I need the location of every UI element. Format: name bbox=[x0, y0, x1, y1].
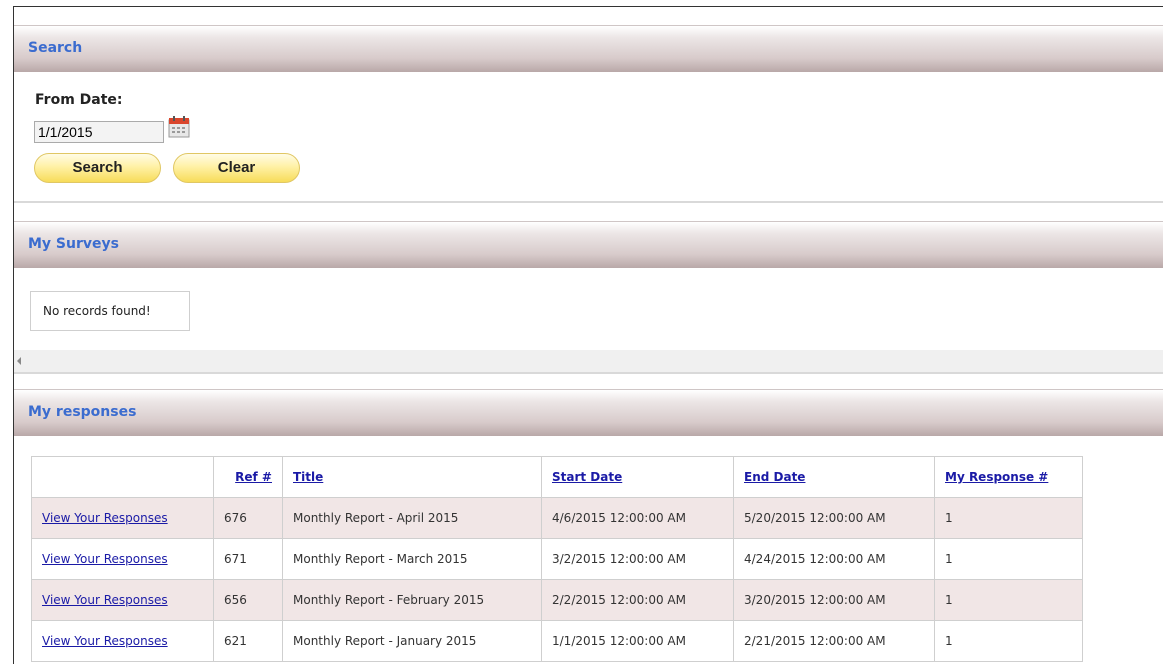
section-divider bbox=[14, 201, 1163, 203]
end-date-cell: 3/20/2015 12:00:00 AM bbox=[733, 579, 935, 621]
column-header-title[interactable]: Title bbox=[282, 456, 542, 498]
search-section-title: Search bbox=[28, 40, 83, 56]
table-row: View Your Responses 671 Monthly Report -… bbox=[31, 538, 1083, 580]
start-date-cell: 2/2/2015 12:00:00 AM bbox=[541, 579, 734, 621]
table-row: View Your Responses 621 Monthly Report -… bbox=[31, 620, 1083, 662]
ref-cell: 671 bbox=[213, 538, 283, 580]
clear-button[interactable]: Clear bbox=[173, 153, 300, 183]
title-cell: Monthly Report - February 2015 bbox=[282, 579, 542, 621]
start-date-cell: 3/2/2015 12:00:00 AM bbox=[541, 538, 734, 580]
calendar-icon[interactable] bbox=[167, 115, 191, 139]
section-divider bbox=[14, 372, 1163, 374]
from-date-label: From Date: bbox=[35, 92, 123, 108]
page-frame: Search From Date: Search Clear My Survey… bbox=[13, 6, 1163, 664]
end-date-cell: 2/21/2015 12:00:00 AM bbox=[733, 620, 935, 662]
view-responses-cell[interactable]: View Your Responses bbox=[31, 579, 214, 621]
end-date-cell: 5/20/2015 12:00:00 AM bbox=[733, 497, 935, 539]
column-header-my-response[interactable]: My Response # bbox=[934, 456, 1083, 498]
ref-cell: 656 bbox=[213, 579, 283, 621]
view-responses-link[interactable]: View Your Responses bbox=[42, 634, 168, 648]
responses-table: Ref # Title Start Date End Date My Respo… bbox=[31, 456, 1083, 662]
title-cell: Monthly Report - March 2015 bbox=[282, 538, 542, 580]
column-header-action bbox=[31, 456, 214, 498]
responses-section-header: My responses bbox=[14, 389, 1163, 436]
view-responses-cell[interactable]: View Your Responses bbox=[31, 538, 214, 580]
column-header-start-date[interactable]: Start Date bbox=[541, 456, 734, 498]
table-row: View Your Responses 676 Monthly Report -… bbox=[31, 497, 1083, 539]
response-number-cell: 1 bbox=[934, 497, 1083, 539]
no-records-message: No records found! bbox=[30, 291, 190, 331]
column-header-end-date[interactable]: End Date bbox=[733, 456, 935, 498]
surveys-section-title: My Surveys bbox=[28, 236, 119, 252]
view-responses-link[interactable]: View Your Responses bbox=[42, 593, 168, 607]
ref-cell: 621 bbox=[213, 620, 283, 662]
response-number-cell: 1 bbox=[934, 620, 1083, 662]
table-row: View Your Responses 656 Monthly Report -… bbox=[31, 579, 1083, 621]
search-button[interactable]: Search bbox=[34, 153, 161, 183]
horizontal-scrollbar[interactable] bbox=[14, 350, 1163, 372]
response-number-cell: 1 bbox=[934, 579, 1083, 621]
surveys-section-header: My Surveys bbox=[14, 221, 1163, 268]
from-date-input[interactable] bbox=[34, 121, 164, 143]
responses-section-title: My responses bbox=[28, 404, 137, 420]
column-header-ref[interactable]: Ref # bbox=[213, 456, 283, 498]
view-responses-link[interactable]: View Your Responses bbox=[42, 552, 168, 566]
start-date-cell: 1/1/2015 12:00:00 AM bbox=[541, 620, 734, 662]
view-responses-cell[interactable]: View Your Responses bbox=[31, 497, 214, 539]
end-date-cell: 4/24/2015 12:00:00 AM bbox=[733, 538, 935, 580]
ref-cell: 676 bbox=[213, 497, 283, 539]
scroll-left-arrow-icon[interactable] bbox=[17, 357, 21, 365]
table-header-row: Ref # Title Start Date End Date My Respo… bbox=[31, 456, 1083, 498]
title-cell: Monthly Report - January 2015 bbox=[282, 620, 542, 662]
search-section-header: Search bbox=[14, 25, 1163, 72]
title-cell: Monthly Report - April 2015 bbox=[282, 497, 542, 539]
start-date-cell: 4/6/2015 12:00:00 AM bbox=[541, 497, 734, 539]
view-responses-cell[interactable]: View Your Responses bbox=[31, 620, 214, 662]
response-number-cell: 1 bbox=[934, 538, 1083, 580]
view-responses-link[interactable]: View Your Responses bbox=[42, 511, 168, 525]
